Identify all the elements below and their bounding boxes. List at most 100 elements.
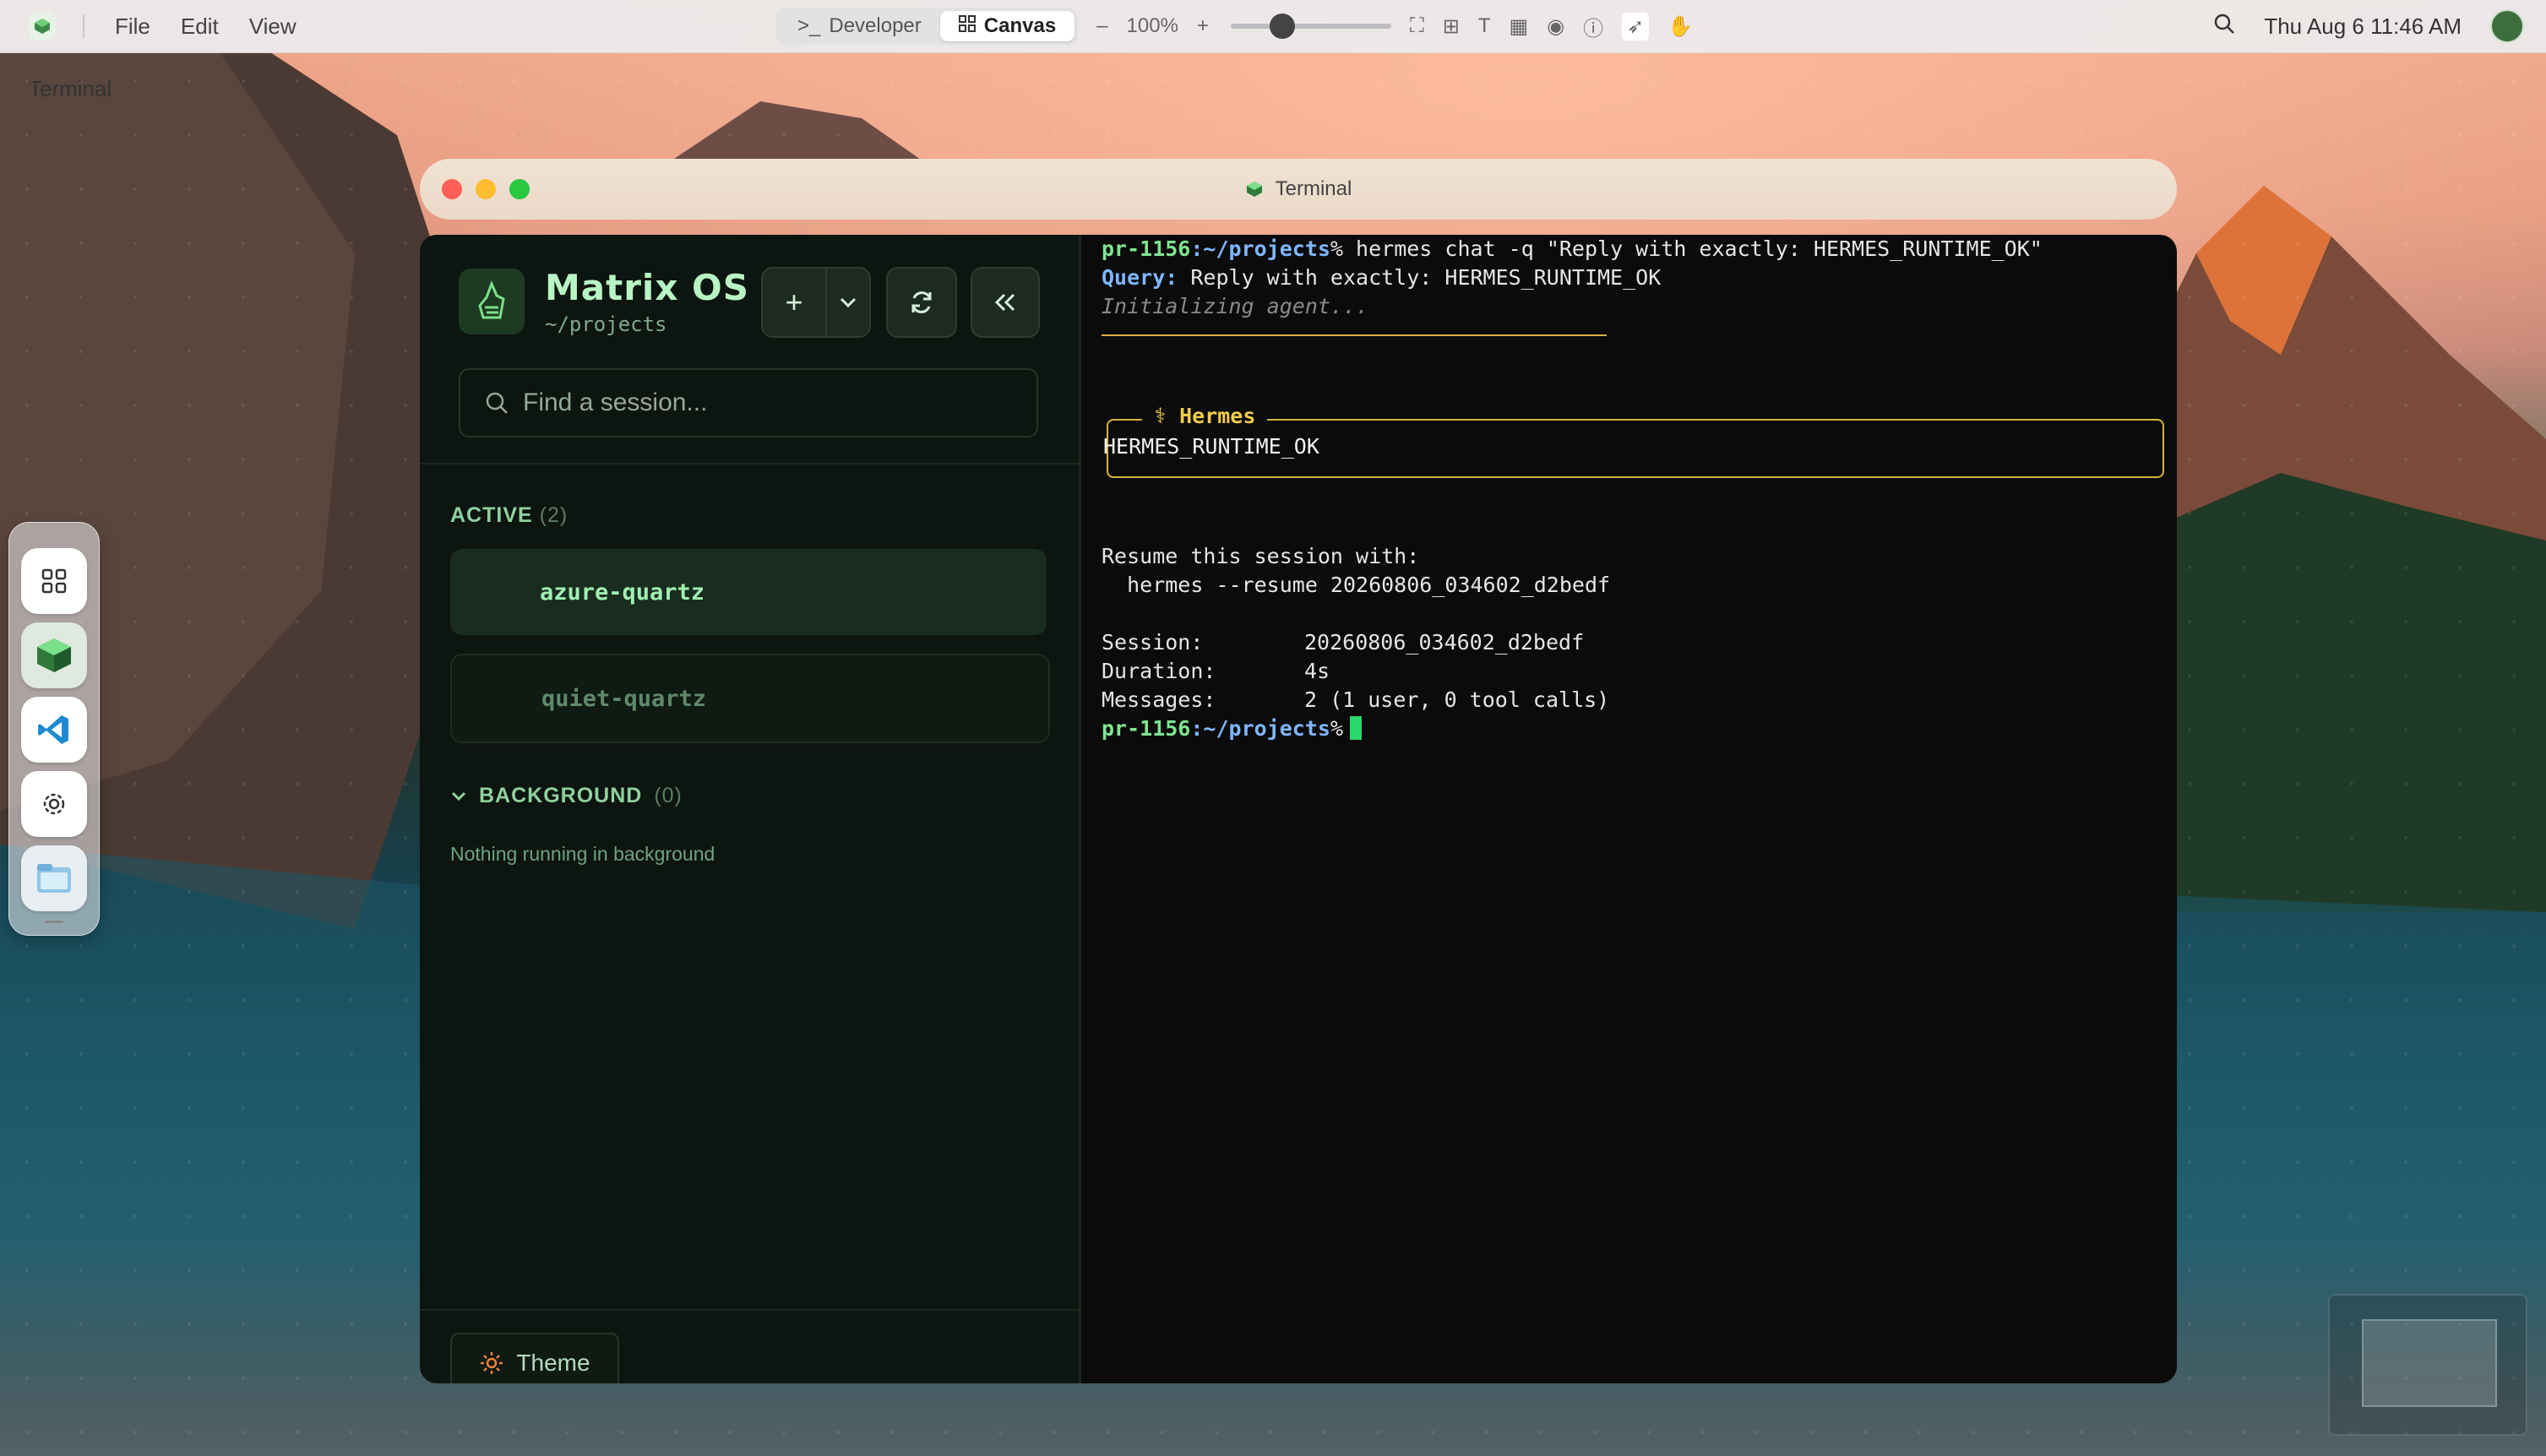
- session-item-quiet-quartz[interactable]: quiet-quartz: [450, 654, 1050, 743]
- search-icon[interactable]: [2213, 13, 2235, 41]
- zoom-out-button[interactable]: –: [1096, 14, 1107, 38]
- duration-value: 4s: [1304, 659, 1330, 683]
- theme-label: Theme: [516, 1350, 590, 1376]
- brand-path: ~/projects: [545, 312, 667, 336]
- background-section-heading[interactable]: BACKGROUND (0): [450, 784, 683, 808]
- initializing-line: Initializing agent...: [1102, 294, 1369, 318]
- resume-heading: Resume this session with:: [1102, 544, 1420, 568]
- zoom-level: 100%: [1126, 14, 1178, 37]
- menu-separator: [83, 14, 84, 38]
- maximize-button[interactable]: [509, 179, 530, 199]
- terminal-pane[interactable]: pr-1156:~/projects% hermes chat -q "Repl…: [1081, 235, 2177, 1383]
- apps-grid-icon: [41, 568, 67, 594]
- collapse-sidebar-button[interactable]: [971, 267, 1040, 338]
- pointer-icon[interactable]: ➶: [1622, 12, 1650, 41]
- resume-command: hermes --resume 20260806_034602_d2bedf: [1102, 573, 1611, 597]
- help-icon[interactable]: ⓘ: [1583, 12, 1603, 41]
- mode-developer[interactable]: >_ Developer: [779, 11, 940, 41]
- sidebar-footer-divider: [420, 1309, 1079, 1311]
- prompt-suffix: %: [1330, 716, 1343, 741]
- eye-icon[interactable]: ◉: [1547, 14, 1564, 39]
- session-value: 20260806_034602_d2bedf: [1304, 630, 1585, 655]
- query-line: Query: Reply with exactly: HERMES_RUNTIM…: [1102, 265, 1661, 290]
- text-tool-icon[interactable]: T: [1478, 14, 1491, 38]
- menu-view[interactable]: View: [249, 14, 296, 40]
- hermes-response-box: ⚕ Hermes HERMES_RUNTIME_OK: [1103, 404, 2164, 478]
- zoom-slider[interactable]: [1230, 14, 1391, 39]
- window-titlebar[interactable]: Terminal: [420, 159, 2177, 220]
- prompt-user: pr-1156: [1102, 236, 1191, 261]
- refresh-icon: [911, 291, 932, 313]
- mode-canvas-label: Canvas: [983, 14, 1057, 37]
- messages-value: 2 (1 user, 0 tool calls): [1304, 687, 1610, 712]
- messages-label: Messages:: [1102, 687, 1216, 712]
- theme-button[interactable]: Theme: [450, 1333, 619, 1383]
- prompt-suffix: %: [1330, 236, 1343, 261]
- dock-finder[interactable]: [21, 845, 87, 911]
- mode-canvas[interactable]: Canvas: [939, 11, 1075, 41]
- cube-icon: [1246, 182, 1262, 197]
- background-count: (0): [654, 784, 683, 807]
- dock-divider: [45, 921, 63, 923]
- menu-edit[interactable]: Edit: [181, 14, 219, 40]
- new-session-button[interactable]: +: [763, 269, 825, 336]
- chevron-down-icon: [840, 297, 857, 308]
- current-prompt: pr-1156:~/projects%: [1102, 716, 1362, 741]
- zoom-in-button[interactable]: +: [1197, 14, 1209, 38]
- mode-switcher: >_ Developer Canvas: [775, 8, 1079, 45]
- fit-screen-icon[interactable]: ⛶: [1410, 14, 1424, 38]
- canvas-minimap[interactable]: [2328, 1294, 2527, 1436]
- active-count: (2): [539, 503, 568, 527]
- menu-file[interactable]: File: [115, 14, 150, 40]
- prompt-path: :~/projects: [1190, 236, 1330, 261]
- refresh-button[interactable]: [886, 267, 957, 338]
- brand-title: Matrix OS: [545, 267, 749, 308]
- new-session-dropdown[interactable]: [825, 269, 869, 336]
- vscode-icon: [38, 715, 68, 744]
- minimap-viewport[interactable]: [2362, 1319, 2497, 1407]
- clock: Thu Aug 6 11:46 AM: [2264, 13, 2462, 39]
- search-icon: [486, 392, 508, 414]
- active-heading-label: ACTIVE: [450, 503, 533, 527]
- duration-label: Duration:: [1102, 659, 1216, 683]
- brand-logo: [459, 269, 525, 334]
- duration-row: Duration: 4s: [1102, 659, 1330, 683]
- session-sidebar: Matrix OS ~/projects + ACTIVE (: [420, 235, 1081, 1383]
- terminal-prompt-icon: >_: [797, 14, 821, 37]
- grid-icon: [958, 14, 976, 38]
- chevrons-left-icon: [994, 293, 1015, 312]
- dock-apps-grid[interactable]: [21, 548, 87, 614]
- dock: [8, 522, 100, 936]
- session-item-azure-quartz[interactable]: azure-quartz: [450, 549, 1047, 635]
- dock-matrix-os[interactable]: [21, 622, 87, 688]
- app-logo-icon[interactable]: [29, 13, 56, 40]
- new-session-split-button: +: [761, 267, 871, 338]
- prompt-path: :~/projects: [1190, 716, 1330, 741]
- minimize-button[interactable]: [476, 179, 496, 199]
- active-section-heading: ACTIVE (2): [450, 503, 568, 528]
- table-icon[interactable]: ▦: [1510, 14, 1529, 39]
- dock-settings[interactable]: [21, 771, 87, 837]
- close-button[interactable]: [442, 179, 462, 199]
- sun-icon: [481, 1352, 503, 1374]
- zoom-slider-knob[interactable]: [1269, 14, 1295, 39]
- session-name: azure-quartz: [540, 579, 705, 606]
- window-title-text: Terminal: [1275, 177, 1352, 200]
- layout-grid-icon[interactable]: ⊞: [1443, 14, 1460, 39]
- terminal-window: Terminal Matrix OS ~/projects + Find a s…: [420, 159, 2177, 1383]
- query-text: Reply with exactly: HERMES_RUNTIME_OK: [1178, 265, 1662, 290]
- window-title: Terminal: [1245, 177, 1352, 201]
- query-label: Query:: [1102, 265, 1178, 290]
- dock-vscode[interactable]: [21, 697, 87, 763]
- hand-icon[interactable]: ✋: [1667, 14, 1693, 39]
- gear-icon: [43, 793, 65, 815]
- search-input[interactable]: [521, 388, 998, 418]
- command-line: pr-1156:~/projects% hermes chat -q "Repl…: [1102, 236, 2043, 261]
- session-name: quiet-quartz: [541, 685, 707, 712]
- terminal-cursor: [1350, 716, 1362, 740]
- folder-icon: [37, 864, 71, 893]
- command-text: hermes chat -q "Reply with exactly: HERM…: [1343, 236, 2043, 261]
- cube-icon: [37, 638, 71, 672]
- avatar[interactable]: [2490, 9, 2524, 43]
- sidebar-divider: [420, 463, 1079, 465]
